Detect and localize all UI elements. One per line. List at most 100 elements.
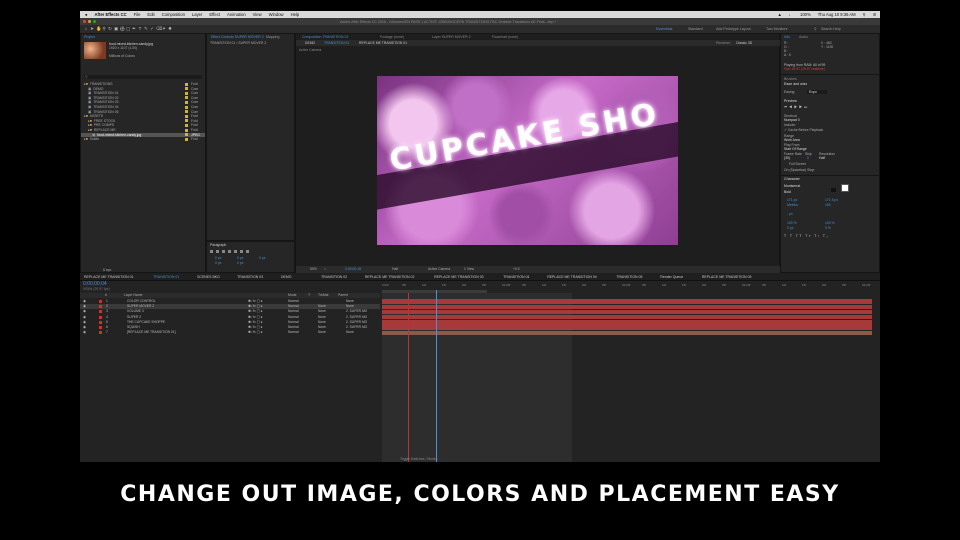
roto-tool-icon[interactable]: ✦	[162, 26, 166, 31]
tsume-value[interactable]: 0 %	[825, 226, 831, 230]
timeline-ruler[interactable]: 0;00f 05f 10f 15f 20f 25f 01;00f 05f 10f 15f 20f 25…	[382, 282, 874, 290]
volume-icon[interactable]: ♩	[785, 12, 796, 17]
tracking-value[interactable]: 150	[825, 203, 831, 207]
project-item[interactable]: ▣ TRANSITION 03 Com	[81, 100, 205, 104]
font-style-select[interactable]: Bold	[784, 190, 791, 194]
paragraph-space-after[interactable]: 0 px	[237, 261, 243, 265]
timeline-tab[interactable]: TRANSITION 02	[321, 274, 347, 280]
project-item[interactable]: ▸■ FREE STOCK Fold	[81, 119, 205, 123]
layer-duration-bar[interactable]	[382, 309, 872, 315]
justify-left-icon[interactable]	[228, 250, 231, 253]
comp-timecode[interactable]: 0;00;00;15	[345, 267, 361, 271]
baseline-shift-value[interactable]: 0 px	[787, 226, 793, 230]
project-item[interactable]: ▸■ ASSETS Fold	[81, 114, 205, 118]
pan-behind-tool-icon[interactable]: ⨁	[120, 26, 125, 31]
snapshot-icon[interactable]: □	[324, 267, 326, 271]
project-item[interactable]: ▣ TRANSITION 05 Com	[81, 110, 205, 114]
workspace-essentials[interactable]: Essentials	[656, 27, 672, 31]
label-color-swatch[interactable]	[185, 82, 188, 86]
spotlight-icon[interactable]: ⚲	[859, 12, 869, 17]
resolution-select[interactable]: Half	[819, 156, 825, 160]
label-color-swatch[interactable]	[185, 114, 188, 118]
project-item[interactable]: ▸■ PRE COMPS Fold	[81, 123, 205, 127]
layer-duration-bar[interactable]	[382, 304, 872, 309]
search-help-input[interactable]: Search Help	[821, 27, 841, 31]
menu-layer[interactable]: Layer	[188, 12, 205, 17]
stroke-color-swatch[interactable]	[831, 188, 836, 192]
menu-composition[interactable]: Composition	[158, 12, 188, 17]
comp-exposure[interactable]: +0.0	[513, 267, 520, 271]
tab-preview[interactable]: Preview	[784, 99, 880, 103]
label-color-swatch[interactable]	[185, 110, 188, 114]
comp-camera[interactable]: Active Camera	[428, 267, 450, 271]
easing-select[interactable]: Expo	[807, 90, 827, 94]
preview-controls-icon[interactable]: ⏮◀▶▶⏭	[784, 105, 809, 109]
timeline-tab[interactable]: Render Queue	[660, 274, 683, 280]
cache-checkbox[interactable]: ✓ Cache Before Playback	[784, 128, 823, 132]
timeline-tab[interactable]: TRANSITION 01	[153, 274, 179, 280]
eraser-tool-icon[interactable]: ⌫	[156, 26, 162, 31]
menu-help[interactable]: Help	[287, 12, 303, 17]
comp-resolution[interactable]: Half	[392, 267, 398, 271]
project-search-input[interactable]	[84, 75, 202, 79]
breadcrumb-replace-me[interactable]: REPLACE ME TRANSITION 01	[359, 41, 407, 45]
puppet-tool-icon[interactable]: ✸	[168, 26, 172, 31]
label-color-swatch[interactable]	[185, 105, 188, 109]
search-help-icon[interactable]: ⚲	[814, 27, 817, 31]
pen-tool-icon[interactable]: ✒	[132, 26, 136, 31]
workspace-two-monitors[interactable]: Two Monitors	[766, 27, 787, 31]
composition-preview-image[interactable]: CUPCAKE SHO	[377, 76, 678, 245]
notification-icon[interactable]: ☰	[869, 12, 880, 17]
selection-tool-icon[interactable]: ➤	[90, 26, 94, 31]
tab-effect-controls[interactable]: Effect Controls SUPER MOVER 2	[211, 34, 264, 40]
tab-info[interactable]: Info	[784, 34, 790, 40]
align-left-icon[interactable]	[210, 250, 213, 253]
timeline-tab[interactable]: DEMO	[281, 274, 292, 280]
paragraph-indent-left[interactable]: 0 px	[215, 256, 221, 260]
clone-tool-icon[interactable]: ✓	[150, 26, 154, 31]
layer-duration-bar[interactable]	[382, 330, 872, 335]
project-item[interactable]: ▣ TRANSITION 04 Com	[81, 105, 205, 109]
project-item[interactable]: ▣ DEMO Com	[81, 87, 205, 91]
tab-mapping[interactable]: Mapping	[266, 34, 279, 40]
shortcut-select[interactable]: Numpad 0	[784, 118, 800, 122]
breadcrumb-transition-01[interactable]: TRANSITION 01	[324, 41, 349, 45]
project-item[interactable]: ▸■ TRANSITIONS Fold	[81, 82, 205, 86]
label-color-swatch[interactable]	[185, 123, 188, 127]
align-center-icon[interactable]	[216, 250, 219, 253]
workspace-add-prototype[interactable]: Add Prototype Layout	[716, 27, 751, 31]
rotate-tool-icon[interactable]: ↻	[108, 26, 112, 31]
frame-rate-select[interactable]: (30)	[784, 156, 790, 160]
window-minimize-icon[interactable]	[88, 20, 91, 23]
font-size-value[interactable]: 171 px	[787, 198, 797, 202]
rectangle-tool-icon[interactable]: ▢	[126, 26, 130, 31]
battery-zoom[interactable]: 100%	[796, 12, 814, 17]
project-item[interactable]: ▣ TRANSITION 01 Com	[81, 91, 205, 95]
skip-value[interactable]: 0	[807, 156, 809, 160]
timeline-tab[interactable]: REPLACE ME TRANSITION 05	[702, 274, 752, 280]
menu-view[interactable]: View	[249, 12, 265, 17]
project-item[interactable]: ▸■ REPLACE ME Fold	[81, 128, 205, 132]
stroke-width-value[interactable]: - px	[787, 212, 793, 216]
kerning-value[interactable]: Metrics	[787, 203, 798, 207]
label-color-swatch[interactable]	[185, 100, 188, 104]
font-select[interactable]: Montserrat	[784, 184, 800, 188]
timeline-tab[interactable]: TRANSITION 05	[616, 274, 642, 280]
home-icon[interactable]: ⌂	[84, 26, 88, 31]
fill-color-swatch[interactable]	[841, 184, 849, 192]
tab-audio[interactable]: Audio	[799, 34, 808, 40]
camera-tool-icon[interactable]: ▣	[114, 26, 118, 31]
workspace-standard[interactable]: Standard	[688, 27, 703, 31]
timeline-tab[interactable]: TRANSITION 03	[237, 274, 263, 280]
comp-views[interactable]: 1 View	[464, 267, 474, 271]
toggle-switches-modes[interactable]: Toggle Switches / Modes	[400, 457, 438, 461]
paragraph-indent-first[interactable]: 0 px	[259, 256, 265, 260]
paragraph-space-before[interactable]: 0 px	[215, 261, 221, 265]
current-time-indicator[interactable]	[436, 290, 437, 462]
timeline-tab[interactable]: REPLACE ME TRANSITION 02	[365, 274, 415, 280]
label-color-swatch[interactable]	[185, 119, 188, 123]
layer-duration-bar[interactable]	[382, 314, 872, 320]
project-item[interactable]: ▸■ Solids Fold	[81, 137, 205, 141]
window-zoom-icon[interactable]	[93, 20, 96, 23]
hand-tool-icon[interactable]: ✋	[96, 26, 102, 31]
